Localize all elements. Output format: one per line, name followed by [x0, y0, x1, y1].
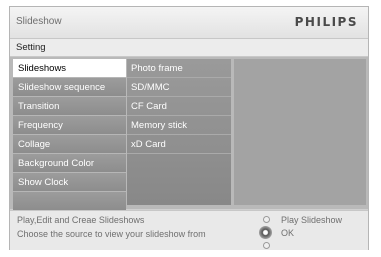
help-text-line-1: Play,Edit and Creae Slideshows — [17, 215, 145, 225]
title-bar: Slideshow PHILIPS — [10, 7, 368, 39]
submenu-item-photo-frame[interactable]: Photo frame — [127, 59, 231, 78]
footer-help-bar: Play,Edit and Creae Slideshows Choose th… — [10, 210, 368, 250]
menu-item-slideshows[interactable]: Slideshows — [13, 59, 126, 78]
brand-logo: PHILIPS — [294, 15, 358, 29]
breadcrumb-label: Setting — [16, 42, 46, 53]
app-title: Slideshow — [16, 16, 62, 27]
circle-down-icon[interactable] — [263, 242, 270, 249]
menu-item-frequency[interactable]: Frequency — [13, 116, 126, 135]
menu-item-show-clock[interactable]: Show Clock — [13, 173, 126, 192]
menu-item-transition[interactable]: Transition — [13, 97, 126, 116]
menu-item-slideshow-sequence[interactable]: Slideshow sequence — [13, 78, 126, 97]
breadcrumb: Setting — [10, 39, 368, 57]
help-text-line-2: Choose the source to view your slideshow… — [17, 229, 206, 239]
source-submenu: Photo frame SD/MMC CF Card Memory stick … — [127, 59, 231, 205]
slideshow-window: Slideshow PHILIPS Setting Slideshows Sli… — [9, 6, 369, 250]
ok-label: OK — [281, 228, 295, 238]
preview-area — [234, 59, 366, 205]
main-content: Slideshows Slideshow sequence Transition… — [10, 57, 368, 211]
play-slideshow-label: Play Slideshow — [281, 215, 343, 225]
submenu-item-sd-mmc[interactable]: SD/MMC — [127, 78, 231, 97]
menu-item-collage[interactable]: Collage — [13, 135, 126, 154]
submenu-item-cf-card[interactable]: CF Card — [127, 97, 231, 116]
settings-menu: Slideshows Slideshow sequence Transition… — [13, 59, 126, 211]
circle-up-icon[interactable] — [263, 216, 270, 223]
menu-item-empty — [13, 192, 126, 211]
navigation-knob-icon[interactable] — [259, 226, 272, 239]
screen: Slideshow PHILIPS Setting Slideshows Sli… — [0, 0, 381, 257]
navigation-control: Play Slideshow OK — [257, 213, 365, 249]
submenu-item-xd-card[interactable]: xD Card — [127, 135, 231, 154]
menu-item-background-color[interactable]: Background Color — [13, 154, 126, 173]
submenu-item-memory-stick[interactable]: Memory stick — [127, 116, 231, 135]
